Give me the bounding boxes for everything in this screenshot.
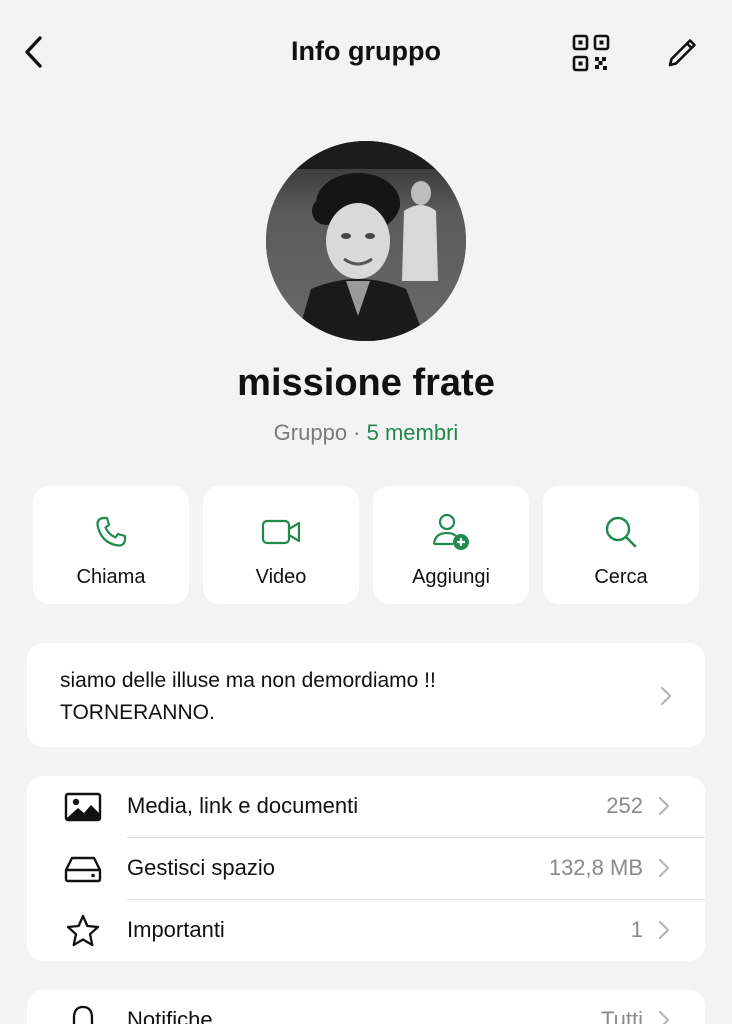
media-label: Media, link e documenti <box>127 793 359 818</box>
manage-storage-label: Gestisci spazio <box>127 855 275 880</box>
members-count-link[interactable]: 5 membri <box>367 420 459 445</box>
chevron-right-icon <box>658 920 670 940</box>
group-name: missione frate <box>237 362 495 404</box>
call-label: Chiama <box>76 566 146 588</box>
list-item-media[interactable]: Media, link e documenti 252 <box>27 776 705 837</box>
group-settings-list: Media, link e documenti 252 Gestisci spa… <box>27 776 705 961</box>
page-title: Info gruppo <box>291 36 441 66</box>
starred-count: 1 <box>630 917 643 942</box>
video-label: Video <box>255 566 307 588</box>
description-line-1: siamo delle illuse ma non demordiamo !! <box>60 669 436 692</box>
description-line-2: TORNERANNO. <box>60 701 215 724</box>
subtitle-separator: · <box>347 420 367 445</box>
notifications-list: Notifiche Tutti <box>27 990 705 1024</box>
notifications-label: Notifiche <box>127 1007 213 1024</box>
group-type-label: Gruppo <box>273 420 348 445</box>
chevron-right-icon <box>658 1010 670 1024</box>
search-icon <box>605 516 637 548</box>
list-item-manage-storage[interactable]: Gestisci spazio 132,8 MB <box>27 838 705 899</box>
notifications-value: Tutti <box>601 1007 643 1024</box>
pencil-icon <box>668 39 696 67</box>
chevron-right-icon <box>658 858 670 878</box>
media-count: 252 <box>606 793 643 818</box>
star-icon <box>66 914 100 947</box>
search-label: Cerca <box>594 566 648 588</box>
edit-button[interactable] <box>662 33 702 73</box>
add-person-icon <box>432 513 469 550</box>
group-subtitle: Gruppo · 5 membri <box>0 420 732 446</box>
qr-code-icon <box>572 34 610 72</box>
storage-size: 132,8 MB <box>548 855 643 880</box>
list-item-notifications[interactable]: Notifiche Tutti <box>27 990 705 1024</box>
search-button[interactable]: Cerca <box>543 486 699 604</box>
description-text: siamo delle illuse ma non demordiamo !! … <box>60 665 620 729</box>
chevron-right-icon <box>658 796 670 816</box>
add-member-label: Aggiungi <box>412 566 490 588</box>
list-item-starred[interactable]: Importanti 1 <box>27 900 705 961</box>
qr-code-button[interactable] <box>571 33 611 73</box>
quick-actions: Chiama Video Aggiungi Cerca <box>33 486 699 604</box>
video-button[interactable]: Video <box>203 486 359 604</box>
starred-label: Importanti <box>127 917 225 942</box>
chevron-right-icon <box>660 686 672 706</box>
video-camera-icon <box>261 519 301 545</box>
photo-icon <box>64 792 102 822</box>
group-avatar[interactable] <box>266 141 466 341</box>
storage-drive-icon <box>64 856 102 883</box>
add-member-button[interactable]: Aggiungi <box>373 486 529 604</box>
header: Info gruppo <box>0 0 732 105</box>
bell-icon <box>72 1005 94 1024</box>
phone-icon <box>96 516 127 547</box>
group-description[interactable]: siamo delle illuse ma non demordiamo !! … <box>27 643 705 747</box>
call-button[interactable]: Chiama <box>33 486 189 604</box>
avatar-photo <box>266 141 466 341</box>
